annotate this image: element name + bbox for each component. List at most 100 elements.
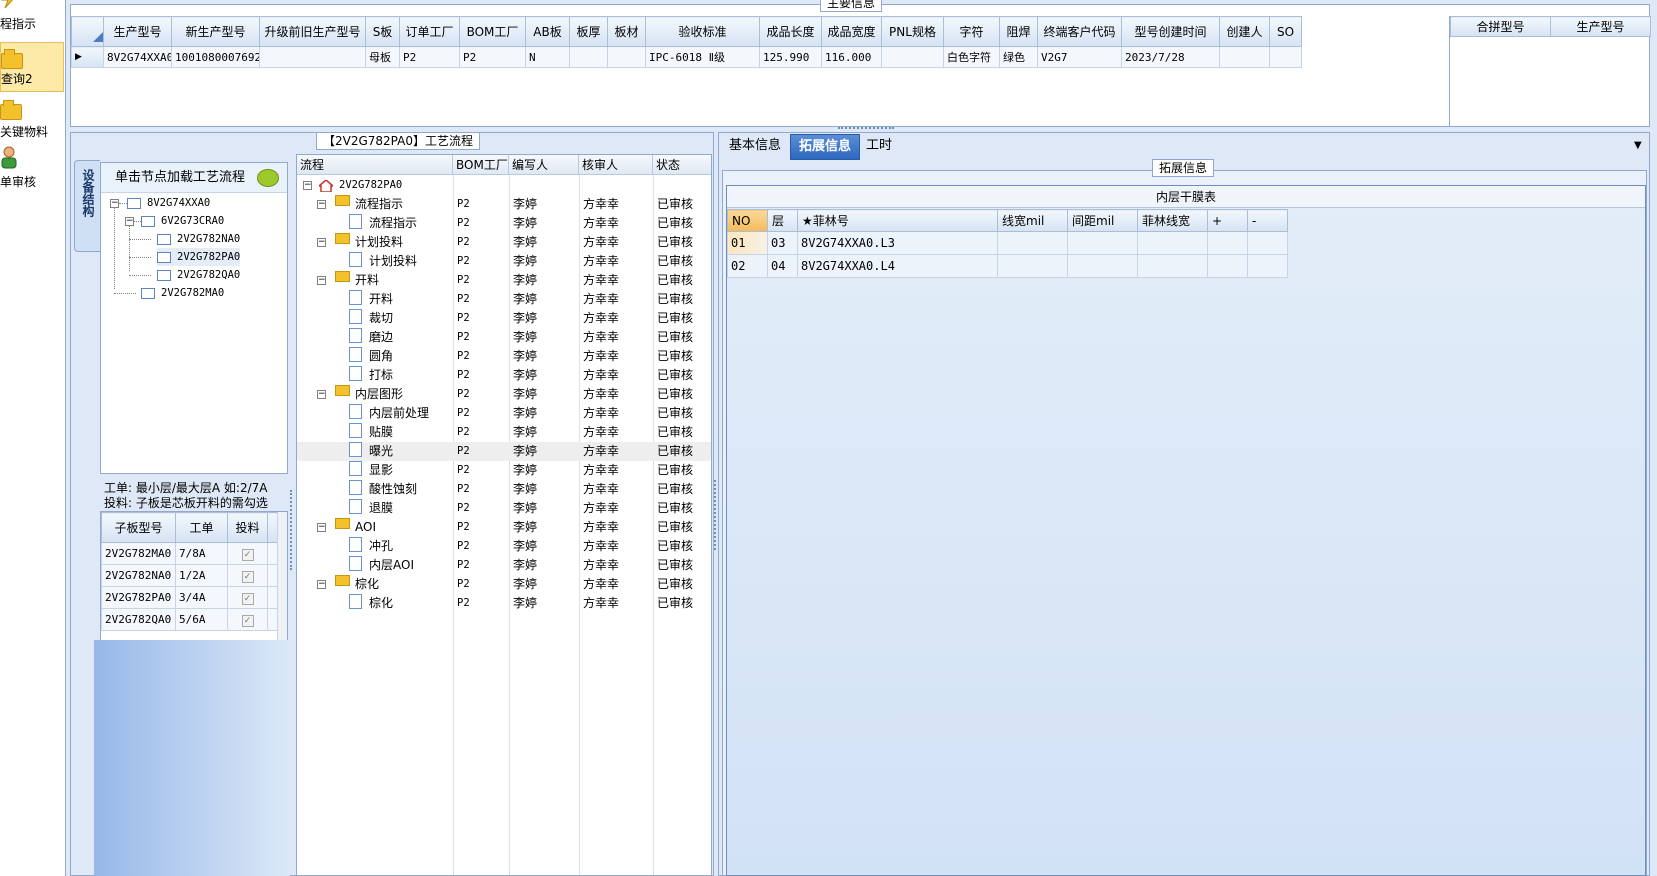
collapse-toggle[interactable]: − [110,199,119,208]
table-cell[interactable]: 1/2A [175,564,228,587]
table-cell[interactable] [997,231,1068,255]
collapse-toggle[interactable]: − [317,390,326,399]
table-cell[interactable]: 02 [727,254,768,278]
checkbox[interactable]: ✓ [241,570,254,583]
flow-step-row[interactable]: 计划投料 P2 李婷 方幸幸 已审核 [297,252,711,271]
table-cell[interactable]: 母板 [365,46,400,68]
tab-extended-info[interactable]: 拓展信息 [790,134,861,160]
col-header[interactable]: 验收标准 [645,16,760,47]
collapse-toggle[interactable]: − [317,238,326,247]
col-header[interactable]: 板材 [607,16,646,47]
tree-node[interactable]: 8V2G74XXA0 [127,194,210,212]
col-header[interactable]: 编写人 [509,155,579,175]
col-header[interactable]: 投料 [227,512,268,543]
col-header[interactable]: AB板 [525,16,570,47]
col-header[interactable]: 生产型号 [1550,16,1651,37]
flow-step-row[interactable]: 曝光 P2 李婷 方幸幸 已审核 [297,442,711,461]
col-header[interactable]: 阻焊 [999,16,1038,47]
table-row[interactable]: ▶ 8V2G74XXA0 10010800076929 母板 P2 P2 N I… [71,46,1302,68]
add-column-button[interactable]: + [1207,209,1248,232]
col-header[interactable]: SO [1269,16,1302,47]
col-header[interactable]: 间距mil [1067,209,1138,232]
table-cell[interactable] [259,46,366,68]
table-cell[interactable] [1137,231,1208,255]
table-cell[interactable]: 2V2G782QA0 [101,608,176,631]
col-header[interactable]: 新生产型号 [171,16,260,47]
col-header[interactable]: BOM工厂 [453,155,509,175]
col-header[interactable]: 终端客户代码 [1037,16,1122,47]
table-cell[interactable] [607,46,646,68]
vertical-tab-structure[interactable]: 设备结构 [74,160,100,252]
flow-step-row[interactable]: 酸性蚀刻 P2 李婷 方幸幸 已审核 [297,480,711,499]
table-cell[interactable]: 5/6A [175,608,228,631]
chat-bubble-icon[interactable] [257,169,279,187]
table-row[interactable]: 2V2G782QA0 5/6A ✓ [101,608,282,631]
flow-step-row[interactable]: 圆角 P2 李婷 方幸幸 已审核 [297,347,711,366]
table-row[interactable]: 02 04 8V2G74XXA0.L4 [727,254,1288,278]
table-cell[interactable] [997,254,1068,278]
col-header[interactable]: ★菲林号 [797,209,998,232]
col-header[interactable]: 子板型号 [101,512,176,543]
table-cell[interactable]: 8V2G74XXA0 [103,46,172,68]
collapse-toggle[interactable]: − [317,580,326,589]
col-header[interactable]: 字符 [943,16,1000,47]
tab-dropdown-icon[interactable]: ▼ [1634,140,1642,151]
table-cell[interactable]: 8V2G74XXA0.L4 [797,254,998,278]
collapse-toggle[interactable]: − [303,181,312,190]
col-header[interactable]: BOM工厂 [459,16,526,47]
flow-group-row[interactable]: − 棕化 P2 李婷 方幸幸 已审核 [297,575,711,594]
col-header[interactable]: 成品长度 [759,16,822,47]
checkbox[interactable]: ✓ [241,614,254,627]
table-cell[interactable] [1269,46,1302,68]
feed-checkbox[interactable]: ✓ [227,564,268,587]
flow-step-row[interactable]: 流程指示 P2 李婷 方幸幸 已审核 [297,214,711,233]
col-header[interactable]: 成品宽度 [821,16,882,47]
table-cell[interactable]: 03 [767,231,798,255]
table-cell[interactable]: V2G7 [1037,46,1122,68]
nav-item-process-instruction[interactable]: 程指示 [0,0,64,36]
flow-step-row[interactable]: 打标 P2 李婷 方幸幸 已审核 [297,366,711,385]
table-cell[interactable]: 白色字符 [943,46,1000,68]
collapse-toggle[interactable]: − [317,200,326,209]
table-cell[interactable]: 2023/7/28 [1121,46,1220,68]
flow-step-row[interactable]: 磨边 P2 李婷 方幸幸 已审核 [297,328,711,347]
flow-group-row[interactable]: − AOI P2 李婷 方幸幸 已审核 [297,518,711,537]
col-header[interactable]: 线宽mil [997,209,1068,232]
tab-basic-info[interactable]: 基本信息 [721,134,789,160]
flow-step-row[interactable]: 裁切 P2 李婷 方幸幸 已审核 [297,309,711,328]
col-header[interactable]: 菲林线宽 [1137,209,1208,232]
table-cell[interactable]: 10010800076929 [171,46,260,68]
checkbox[interactable]: ✓ [241,548,254,561]
col-header[interactable]: 板厚 [569,16,608,47]
splitter-handle[interactable] [714,480,718,550]
col-header[interactable]: 创建人 [1219,16,1270,47]
table-cell[interactable] [1247,231,1288,255]
table-cell[interactable]: 8V2G74XXA0.L3 [797,231,998,255]
flow-step-row[interactable]: 内层AOI P2 李婷 方幸幸 已审核 [297,556,711,575]
table-cell[interactable]: 绿色 [999,46,1038,68]
table-cell[interactable]: 125.990 [759,46,822,68]
flow-group-row[interactable]: − 计划投料 P2 李婷 方幸幸 已审核 [297,233,711,252]
table-row[interactable]: 2V2G782PA0 3/4A ✓ [101,586,282,609]
flow-step-row[interactable]: 棕化 P2 李婷 方幸幸 已审核 [297,594,711,613]
table-cell[interactable] [1247,254,1288,278]
feed-checkbox[interactable]: ✓ [227,608,268,631]
table-cell[interactable] [569,46,608,68]
flow-step-row[interactable]: 显影 P2 李婷 方幸幸 已审核 [297,461,711,480]
table-cell[interactable]: 01 [727,231,768,255]
table-cell[interactable] [1137,254,1208,278]
table-cell[interactable]: 04 [767,254,798,278]
tab-work-hours[interactable]: 工时 [858,134,900,160]
remove-column-button[interactable]: - [1247,209,1288,232]
table-row[interactable]: 01 03 8V2G74XXA0.L3 [727,231,1288,255]
nav-item-key-materials[interactable]: 关键物料 [0,94,64,144]
table-row[interactable]: 2V2G782NA0 1/2A ✓ [101,564,282,587]
tree-node[interactable]: 2V2G782QA0 [157,266,240,284]
table-cell[interactable] [881,46,944,68]
table-row[interactable]: 2V2G782MA0 7/8A ✓ [101,542,282,565]
col-header[interactable]: 工单 [175,512,228,543]
tree-node-selected[interactable]: 2V2G782PA0 [157,248,241,266]
table-cell[interactable] [1207,254,1248,278]
tree-node[interactable]: 2V2G782NA0 [157,230,240,248]
splitter-handle[interactable] [290,490,294,570]
